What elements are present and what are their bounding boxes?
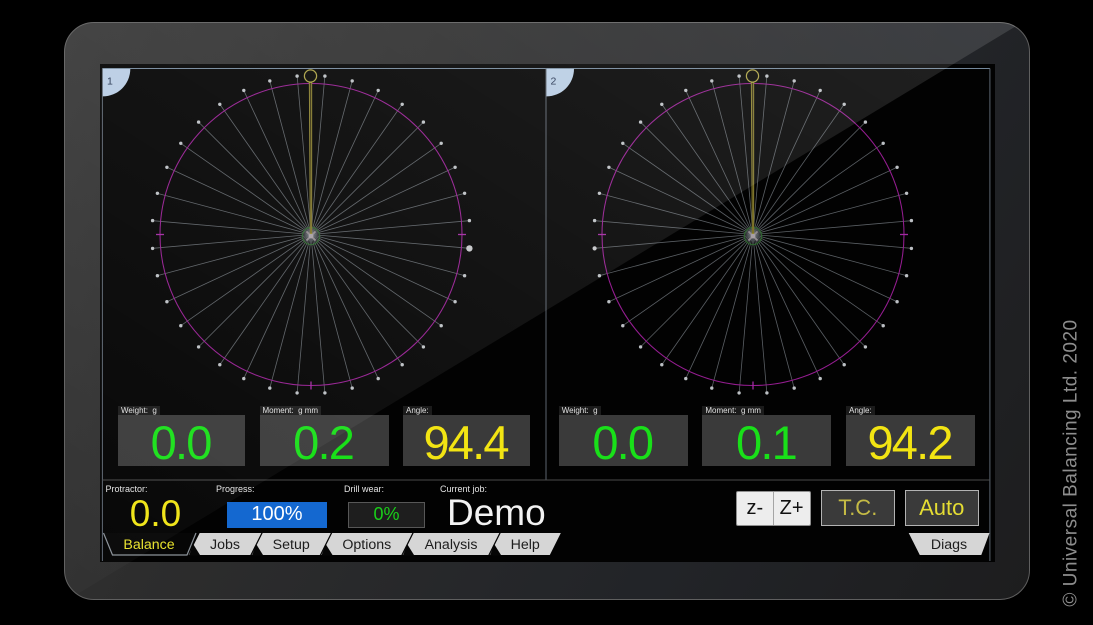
svg-text:2: 2 bbox=[551, 76, 557, 88]
svg-text:Analysis: Analysis bbox=[425, 537, 478, 553]
svg-text:Options: Options bbox=[342, 537, 391, 553]
svg-text:Balance: Balance bbox=[123, 537, 174, 553]
svg-text:Diags: Diags bbox=[931, 537, 967, 553]
svg-text:Help: Help bbox=[511, 537, 540, 553]
svg-text:Jobs: Jobs bbox=[210, 537, 240, 553]
svg-text:1: 1 bbox=[107, 76, 113, 88]
svg-text:Setup: Setup bbox=[273, 537, 310, 553]
